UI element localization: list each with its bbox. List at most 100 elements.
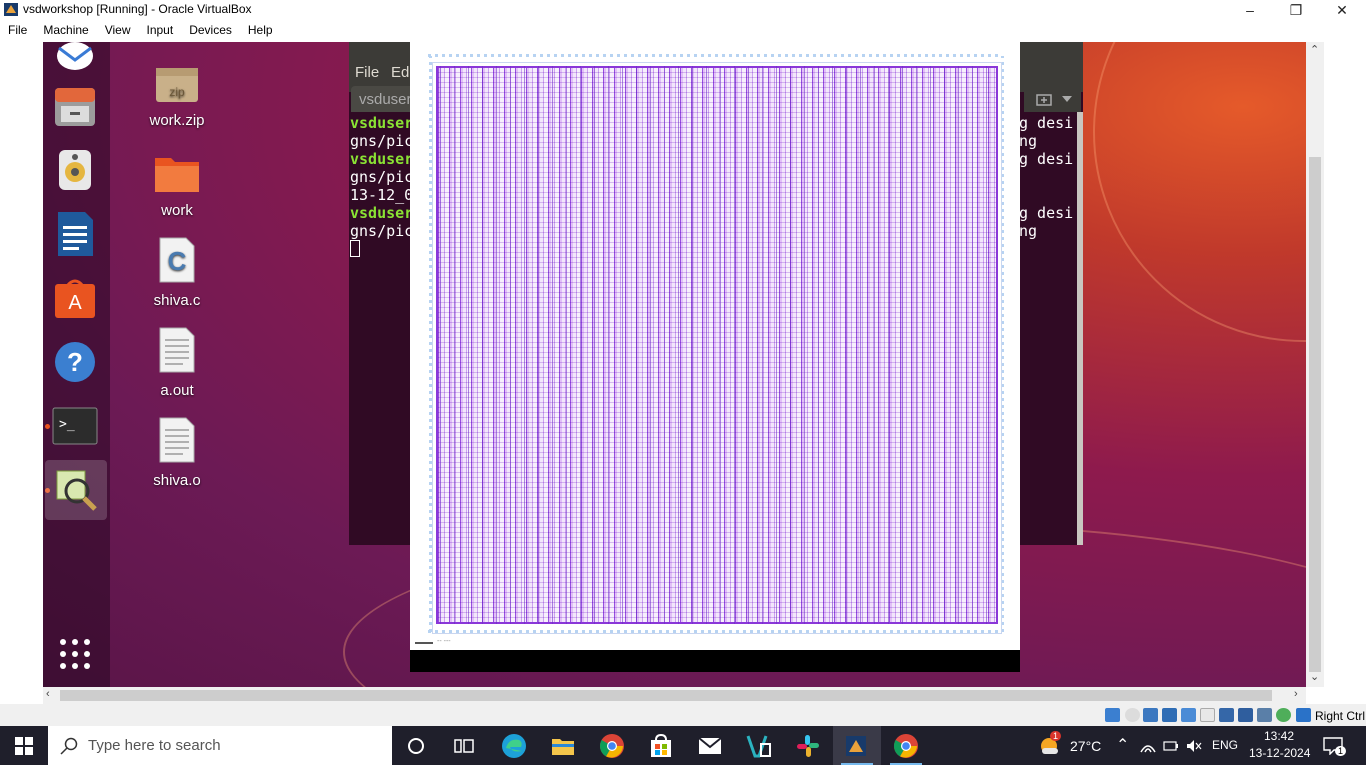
layout-viewer-window[interactable]: -- ---	[410, 42, 1020, 672]
weather-temperature[interactable]: 27°C	[1070, 738, 1101, 754]
optical-drive-icon[interactable]	[1125, 708, 1140, 722]
microsoft-store-icon[interactable]	[637, 726, 685, 765]
virtualbox-icon[interactable]	[833, 726, 881, 765]
terminal-line-tail: g desi	[1019, 204, 1074, 222]
show-apps-icon[interactable]	[49, 628, 101, 680]
terminal-icon[interactable]: >_	[49, 400, 101, 452]
desktop-icon-label: shiva.c	[153, 292, 201, 309]
mail-icon[interactable]	[686, 726, 734, 765]
vbox-menubar: File Machine View Input Devices Help	[0, 22, 1366, 42]
text-file-icon	[159, 417, 195, 463]
thunderbird-icon[interactable]	[49, 42, 101, 80]
menu-devices[interactable]: Devices	[181, 22, 240, 42]
shared-folders-icon[interactable]	[1200, 708, 1215, 722]
terminal-line: 13-12_0	[350, 186, 414, 204]
desktop-icon-label: work.zip	[149, 112, 205, 129]
vs-icon[interactable]	[735, 726, 783, 765]
vbox-statusbar: Right Ctrl	[0, 704, 1366, 726]
volume-muted-icon[interactable]	[1186, 739, 1202, 753]
cell-row-stripe	[692, 66, 693, 624]
standard-cell-array[interactable]	[436, 66, 998, 624]
libreoffice-writer-icon[interactable]	[49, 208, 101, 260]
files-icon[interactable]	[49, 80, 101, 132]
taskbar-search-box[interactable]: Type here to search	[48, 726, 392, 765]
scale-bar	[415, 642, 433, 644]
desktop-icon-work[interactable]: work	[137, 152, 217, 219]
guest-horizontal-scrollbar[interactable]: ‹ ›	[43, 687, 1306, 704]
cell-row-stripe	[930, 66, 931, 624]
desktop-icon-shiva-o[interactable]: shiva.o	[137, 416, 217, 489]
cell-row-stripe	[594, 66, 595, 624]
network-icon[interactable]	[1162, 708, 1177, 722]
terminal-menu-file[interactable]: File	[355, 64, 379, 81]
chrome-icon[interactable]	[882, 726, 930, 765]
chevron-up-icon[interactable]: ⌃	[1116, 735, 1129, 755]
cell-row-stripe	[986, 66, 987, 624]
cortana-icon[interactable]	[392, 726, 440, 765]
guest-display[interactable]: A ? >_ zip work.zip work C shiva.c a.out…	[43, 42, 1306, 687]
terminal-cursor	[350, 240, 360, 257]
desktop-icon-work-zip[interactable]: zip work.zip	[137, 64, 217, 129]
terminal-tab[interactable]: vsduser	[351, 86, 419, 112]
scroll-left-icon[interactable]: ‹	[46, 688, 50, 700]
edge-icon[interactable]	[490, 726, 538, 765]
battery-icon[interactable]	[1163, 739, 1179, 753]
clock-date[interactable]: 13-12-2024	[1249, 746, 1310, 760]
menu-file[interactable]: File	[0, 22, 35, 42]
chrome-icon[interactable]	[588, 726, 636, 765]
hard-disk-icon[interactable]	[1105, 708, 1120, 722]
svg-text:>_: >_	[59, 417, 75, 432]
cpu-icon[interactable]	[1257, 708, 1272, 722]
start-button[interactable]	[0, 726, 48, 765]
mouse-integration-icon[interactable]	[1296, 708, 1311, 722]
file-explorer-icon[interactable]	[539, 726, 587, 765]
chevron-down-icon[interactable]	[1062, 96, 1072, 102]
clock-time[interactable]: 13:42	[1264, 729, 1294, 743]
task-view-icon[interactable]	[440, 726, 488, 765]
svg-text:zip: zip	[169, 85, 185, 99]
desktop-icon-label: a.out	[160, 382, 194, 399]
search-icon	[60, 737, 78, 755]
cell-row-stripe	[776, 66, 777, 624]
minimize-button[interactable]: –	[1227, 0, 1273, 20]
layout-viewer-statusbar	[410, 650, 1020, 672]
desktop-icon-a-out[interactable]: a.out	[137, 326, 217, 399]
guest-additions-icon[interactable]	[1276, 708, 1291, 722]
scroll-thumb[interactable]	[1309, 157, 1321, 672]
io-pin-row	[428, 54, 1002, 57]
menu-help[interactable]: Help	[240, 22, 281, 42]
rhythmbox-icon[interactable]	[49, 144, 101, 196]
guest-vertical-scrollbar[interactable]: ⌃ ⌄	[1306, 42, 1324, 687]
menu-machine[interactable]: Machine	[35, 22, 96, 42]
slack-icon[interactable]	[784, 726, 832, 765]
display-icon[interactable]	[1219, 708, 1234, 722]
menu-view[interactable]: View	[97, 22, 139, 42]
cell-row-stripe	[636, 66, 637, 624]
usb-icon[interactable]	[1181, 708, 1196, 722]
terminal-scrollbar[interactable]	[1077, 112, 1083, 545]
restore-button[interactable]: ❐	[1273, 0, 1319, 20]
screen: vsdworkshop [Running] - Oracle VirtualBo…	[0, 0, 1366, 765]
desktop-icon-label: shiva.o	[153, 472, 201, 489]
cell-row-stripe	[916, 66, 917, 624]
menu-input[interactable]: Input	[139, 22, 182, 42]
new-tab-icon[interactable]	[1036, 91, 1052, 107]
video-capture-icon[interactable]	[1238, 708, 1253, 722]
language-indicator[interactable]: ENG	[1212, 738, 1238, 752]
scroll-up-icon[interactable]: ⌃	[1310, 43, 1319, 56]
help-icon[interactable]: ?	[49, 336, 101, 388]
scroll-right-icon[interactable]: ›	[1294, 688, 1298, 700]
close-button[interactable]: ✕	[1319, 0, 1365, 20]
ubuntu-software-icon[interactable]: A	[49, 272, 101, 324]
zip-archive-icon: zip	[156, 68, 198, 102]
c-source-file-icon: C	[159, 237, 195, 283]
scroll-down-icon[interactable]: ⌄	[1310, 670, 1319, 683]
wifi-icon[interactable]	[1140, 739, 1156, 753]
notification-count: 1	[1335, 746, 1347, 756]
scroll-thumb[interactable]	[60, 690, 1272, 701]
audio-icon[interactable]	[1143, 708, 1158, 722]
magic-layout-viewer-icon[interactable]	[45, 460, 107, 520]
cell-row-stripe	[608, 66, 609, 624]
desktop-icon-shiva-c[interactable]: C shiva.c	[137, 236, 217, 309]
svg-text:A: A	[68, 292, 82, 314]
